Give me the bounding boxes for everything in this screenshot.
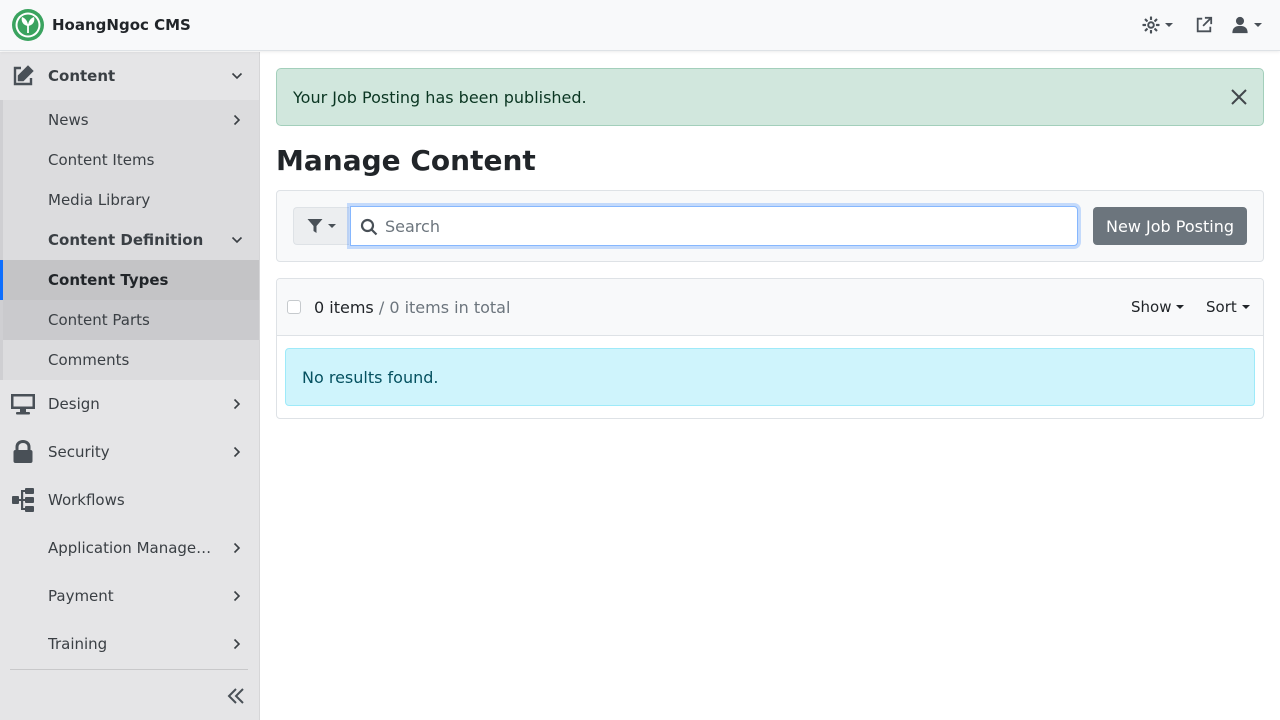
monitor-icon: [10, 391, 36, 417]
sidebar-item-payment[interactable]: Payment: [0, 572, 259, 620]
chevron-down-icon: [231, 70, 243, 82]
sitemap-icon: [10, 487, 36, 513]
close-alert-button[interactable]: [1229, 87, 1249, 107]
items-total-label: / 0 items in total: [378, 298, 511, 317]
submenu-indent: [0, 100, 3, 140]
sidebar-item-label: News: [48, 111, 89, 129]
sidebar-item-content-types[interactable]: Content Types: [0, 260, 259, 300]
sidebar-item-workflows[interactable]: Workflows: [0, 476, 259, 524]
chevron-down-icon: [1176, 305, 1185, 309]
collapse-sidebar-button[interactable]: [224, 684, 248, 708]
theme-toggle-button[interactable]: [1142, 13, 1173, 37]
chevron-down-icon: [328, 224, 336, 228]
sidebar-item-comments[interactable]: Comments: [0, 340, 259, 380]
chevron-down-icon: [1254, 23, 1262, 27]
chevron-right-icon: [231, 590, 243, 602]
search-input[interactable]: [385, 207, 1065, 245]
item-count: 0 items / 0 items in total: [314, 298, 510, 317]
sidebar-divider: [10, 669, 248, 670]
chevron-right-icon: [231, 638, 243, 650]
sidebar-item-media-library[interactable]: Media Library: [0, 180, 259, 220]
sidebar-item-security[interactable]: Security: [0, 428, 259, 476]
sidebar-item-application-management[interactable]: Application Management: [0, 524, 259, 572]
lock-icon: [10, 439, 36, 465]
chevron-right-icon: [231, 542, 243, 554]
search-box: [350, 206, 1078, 246]
content-list: 0 items / 0 items in total Show Sort No …: [276, 278, 1264, 419]
filter-dropdown-button[interactable]: [293, 207, 349, 245]
close-icon: [1231, 89, 1247, 105]
sidebar-item-content-definition[interactable]: Content Definition: [0, 220, 259, 260]
edit-icon: [10, 63, 36, 89]
sidebar-item-label: Workflows: [48, 491, 125, 509]
page-title: Manage Content: [276, 144, 536, 177]
sort-label: Sort: [1206, 298, 1237, 316]
external-link-icon: [1196, 16, 1213, 33]
chevron-down-icon: [1241, 305, 1250, 309]
success-alert: Your Job Posting has been published.: [276, 68, 1264, 126]
sidebar-item-label: Design: [48, 395, 100, 413]
show-label: Show: [1131, 298, 1172, 316]
sidebar-item-content-items[interactable]: Content Items: [0, 140, 259, 180]
empty-message: No results found.: [302, 368, 439, 387]
submenu-indent: [0, 300, 3, 340]
active-indicator: [0, 260, 3, 300]
chevron-right-icon: [231, 398, 243, 410]
sidebar-item-label: Payment: [48, 587, 114, 605]
sidebar-item-label: Content Types: [48, 271, 169, 289]
top-navbar: HoangNgoc CMS: [0, 0, 1280, 51]
brand[interactable]: HoangNgoc CMS: [12, 9, 191, 41]
sidebar-item-design[interactable]: Design: [0, 380, 259, 428]
sidebar-item-content-parts[interactable]: Content Parts: [0, 300, 259, 340]
sidebar-item-label: Media Library: [48, 191, 151, 209]
items-count-label: 0 items: [314, 298, 374, 317]
show-dropdown[interactable]: Show: [1131, 298, 1185, 316]
visit-site-button[interactable]: [1195, 13, 1213, 37]
sidebar: Content News Content Items Media Library…: [0, 52, 260, 720]
sidebar-item-label: Application Management: [48, 539, 216, 557]
submenu-indent: [0, 340, 3, 380]
sidebar-item-label: Content Parts: [48, 311, 150, 329]
sidebar-item-label: Comments: [48, 351, 130, 369]
filter-icon: [307, 219, 323, 233]
chevron-down-icon: [231, 234, 243, 246]
search-toolbar: New Job Posting: [276, 190, 1264, 262]
logo-icon: [12, 9, 44, 41]
sidebar-item-news[interactable]: News: [0, 100, 259, 140]
app-title: HoangNgoc CMS: [52, 16, 191, 34]
user-menu-button[interactable]: [1231, 13, 1262, 37]
sidebar-item-label: Content Items: [48, 151, 155, 169]
user-icon: [1232, 16, 1248, 34]
chevron-right-icon: [231, 114, 243, 126]
alert-message: Your Job Posting has been published.: [293, 88, 587, 107]
new-job-posting-button[interactable]: New Job Posting: [1093, 207, 1247, 245]
sun-gear-icon: [1142, 16, 1160, 34]
submenu-indent: [0, 220, 3, 260]
sidebar-item-label: Content: [48, 67, 116, 85]
empty-results-alert: No results found.: [285, 348, 1255, 406]
sidebar-item-label: Training: [48, 635, 108, 653]
list-header: 0 items / 0 items in total Show Sort: [277, 279, 1263, 336]
sidebar-item-content[interactable]: Content: [0, 52, 259, 100]
submenu-indent: [0, 140, 3, 180]
double-chevron-left-icon: [227, 688, 244, 704]
sidebar-item-label: Content Definition: [48, 231, 204, 249]
sort-dropdown[interactable]: Sort: [1206, 298, 1250, 316]
sidebar-item-training[interactable]: Training: [0, 620, 259, 668]
sidebar-item-label: Security: [48, 443, 110, 461]
chevron-down-icon: [1165, 23, 1173, 27]
search-icon: [360, 218, 378, 236]
chevron-right-icon: [231, 446, 243, 458]
select-all-checkbox[interactable]: [287, 300, 301, 314]
submenu-indent: [0, 180, 3, 220]
